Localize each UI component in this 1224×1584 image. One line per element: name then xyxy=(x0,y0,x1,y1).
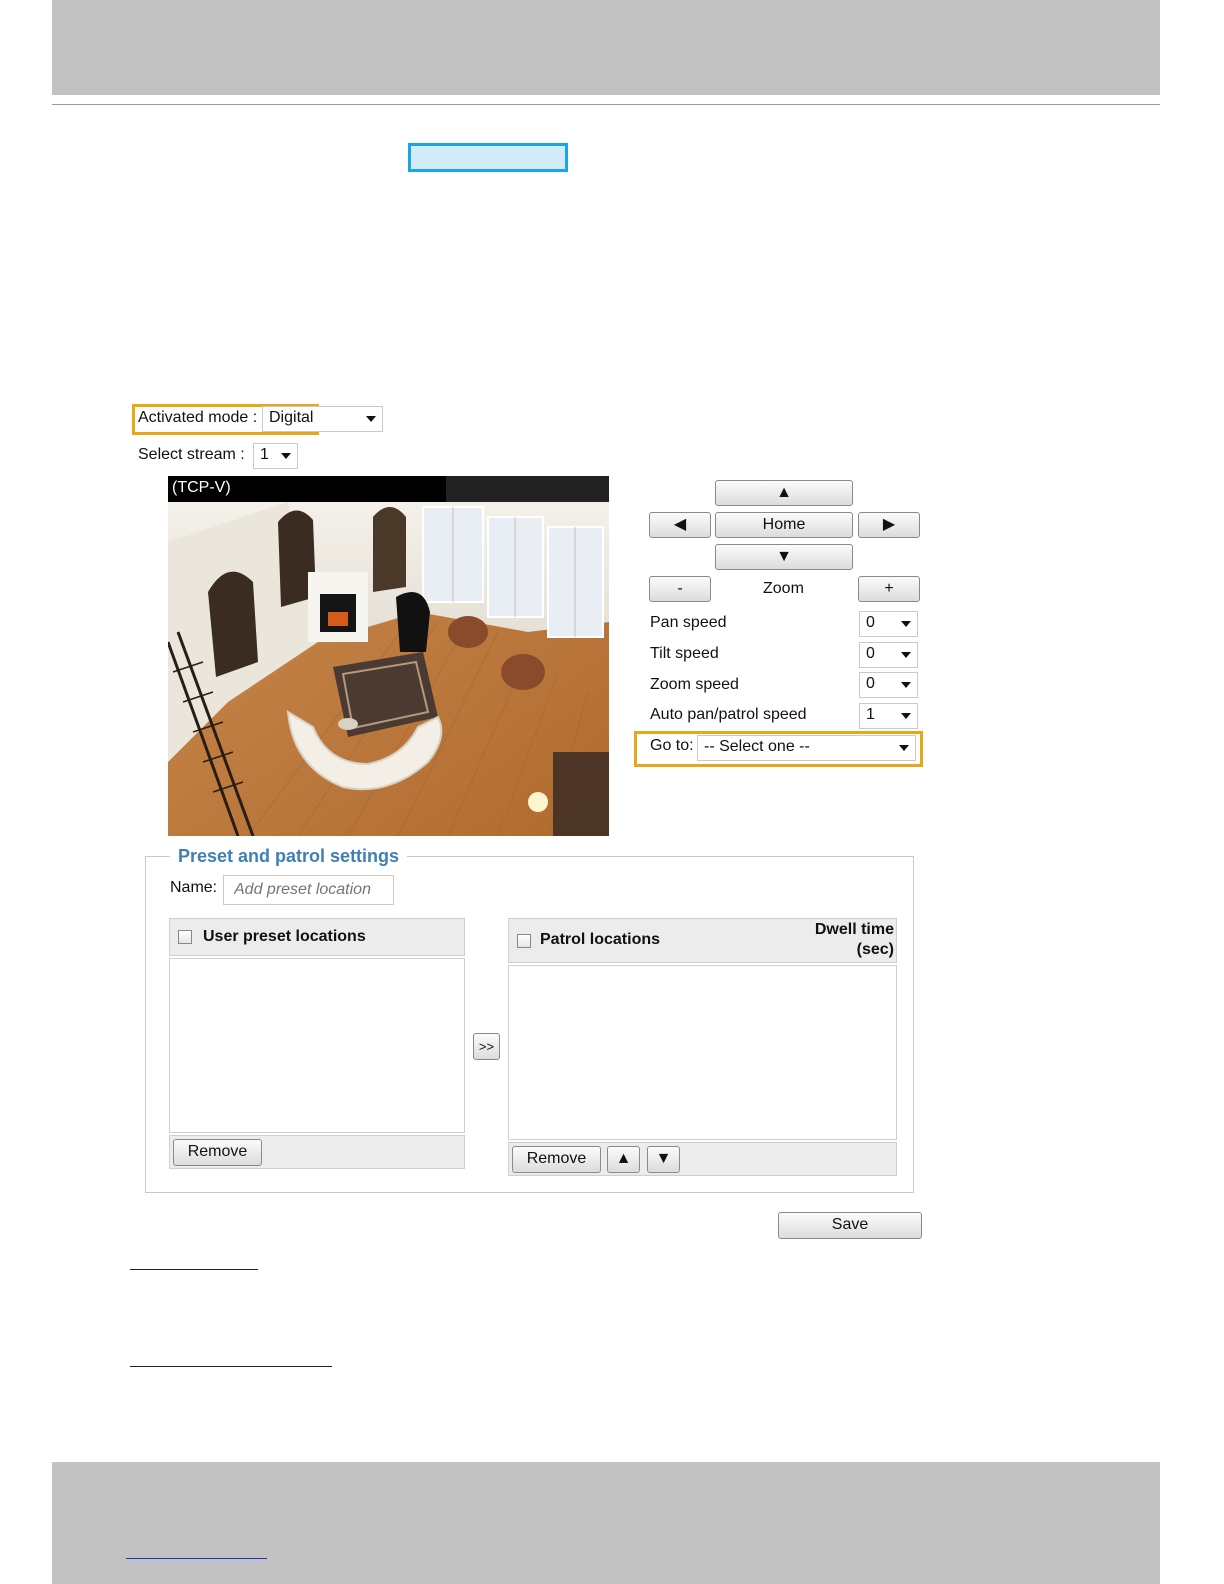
move-patrol-up-button[interactable]: ▲ xyxy=(607,1146,640,1173)
tilt-speed-value: 0 xyxy=(866,645,875,662)
activated-mode-label: Activated mode : xyxy=(138,409,258,426)
dwell-time-unit: (sec) xyxy=(856,941,894,958)
select-stream-value: 1 xyxy=(260,446,269,463)
tilt-up-button[interactable]: ▲ xyxy=(715,480,853,506)
left-arrow-icon: ◀ xyxy=(673,516,687,533)
patrol-locations-footer: Remove ▲ ▼ xyxy=(508,1142,897,1176)
zoom-speed-label: Zoom speed xyxy=(650,676,739,693)
live-video-view[interactable]: (TCP-V) xyxy=(168,476,609,836)
zoom-label: Zoom xyxy=(763,580,804,597)
save-button-label: Save xyxy=(831,1216,869,1233)
page-footer-bar xyxy=(52,1462,1160,1584)
auto-pan-patrol-speed-select[interactable]: 1 xyxy=(859,703,918,729)
chevron-down-icon xyxy=(901,713,911,719)
chevron-down-icon xyxy=(901,652,911,658)
home-button-label: Home xyxy=(762,516,806,533)
move-patrol-down-button[interactable]: ▼ xyxy=(647,1146,680,1173)
remove-preset-label: Remove xyxy=(187,1143,248,1160)
preset-name-label: Name: xyxy=(170,879,218,896)
up-arrow-icon: ▲ xyxy=(615,1150,632,1167)
user-presets-select-all-checkbox[interactable] xyxy=(178,930,192,944)
auto-pan-patrol-speed-label: Auto pan/patrol speed xyxy=(650,706,807,723)
room-scene-image xyxy=(168,502,609,836)
tilt-speed-select[interactable]: 0 xyxy=(859,642,918,668)
preset-patrol-legend: Preset and patrol settings xyxy=(170,846,408,867)
select-stream-select[interactable]: 1 xyxy=(253,443,298,469)
double-chevron-right-icon: >> xyxy=(478,1039,495,1054)
zoom-speed-value: 0 xyxy=(866,675,875,692)
zoom-speed-select[interactable]: 0 xyxy=(859,672,918,698)
activated-mode-select[interactable]: Digital xyxy=(262,406,383,432)
chevron-down-icon xyxy=(901,682,911,688)
user-presets-title: User preset locations xyxy=(203,928,366,945)
save-button[interactable]: Save xyxy=(778,1212,922,1239)
pan-left-button[interactable]: ◀ xyxy=(649,512,711,538)
goto-value: -- Select one -- xyxy=(704,738,810,755)
remove-preset-button[interactable]: Remove xyxy=(173,1139,262,1166)
select-stream-label: Select stream : xyxy=(138,446,245,463)
user-presets-list[interactable] xyxy=(169,958,465,1133)
heading-underline-1 xyxy=(130,1269,258,1270)
plus-icon: + xyxy=(884,580,894,597)
heading-underline-2 xyxy=(130,1366,332,1367)
home-button[interactable]: Home xyxy=(715,512,853,538)
activated-mode-value: Digital xyxy=(269,409,314,426)
remove-patrol-label: Remove xyxy=(526,1150,587,1167)
preset-name-input[interactable] xyxy=(223,875,394,905)
video-title-bar-dark xyxy=(446,476,609,502)
patrol-locations-header: Patrol locations Dwell time (sec) xyxy=(508,918,897,963)
down-arrow-icon: ▼ xyxy=(655,1150,672,1167)
right-arrow-icon: ▶ xyxy=(882,516,896,533)
patrol-select-all-checkbox[interactable] xyxy=(517,934,531,948)
header-divider xyxy=(52,104,1160,105)
auto-pan-patrol-speed-value: 1 xyxy=(866,706,875,723)
add-to-patrol-button[interactable]: >> xyxy=(473,1033,500,1060)
remove-patrol-button[interactable]: Remove xyxy=(512,1146,601,1173)
goto-select[interactable]: -- Select one -- xyxy=(697,735,916,761)
pan-speed-value: 0 xyxy=(866,614,875,631)
up-arrow-icon: ▲ xyxy=(776,484,792,501)
patrol-locations-list[interactable] xyxy=(508,965,897,1140)
chevron-down-icon xyxy=(899,745,909,751)
zoom-out-button[interactable]: - xyxy=(649,576,711,602)
patrol-locations-title: Patrol locations xyxy=(540,931,661,948)
user-presets-header: User preset locations xyxy=(169,918,465,956)
zoom-in-button[interactable]: + xyxy=(858,576,920,602)
tilt-speed-label: Tilt speed xyxy=(650,645,719,662)
page-header-bar xyxy=(52,0,1160,95)
footer-link-underline[interactable] xyxy=(126,1558,267,1559)
chevron-down-icon xyxy=(281,453,291,459)
user-presets-footer: Remove xyxy=(169,1135,465,1169)
down-arrow-icon: ▼ xyxy=(776,548,792,565)
goto-label: Go to: xyxy=(650,737,694,754)
tilt-down-button[interactable]: ▼ xyxy=(715,544,853,570)
pan-speed-select[interactable]: 0 xyxy=(859,611,918,637)
highlighted-menu-box xyxy=(408,143,568,172)
chevron-down-icon xyxy=(901,621,911,627)
dwell-time-heading: Dwell time xyxy=(814,921,894,938)
pan-right-button[interactable]: ▶ xyxy=(858,512,920,538)
minus-icon: - xyxy=(677,580,683,597)
chevron-down-icon xyxy=(366,416,376,422)
pan-speed-label: Pan speed xyxy=(650,614,727,631)
